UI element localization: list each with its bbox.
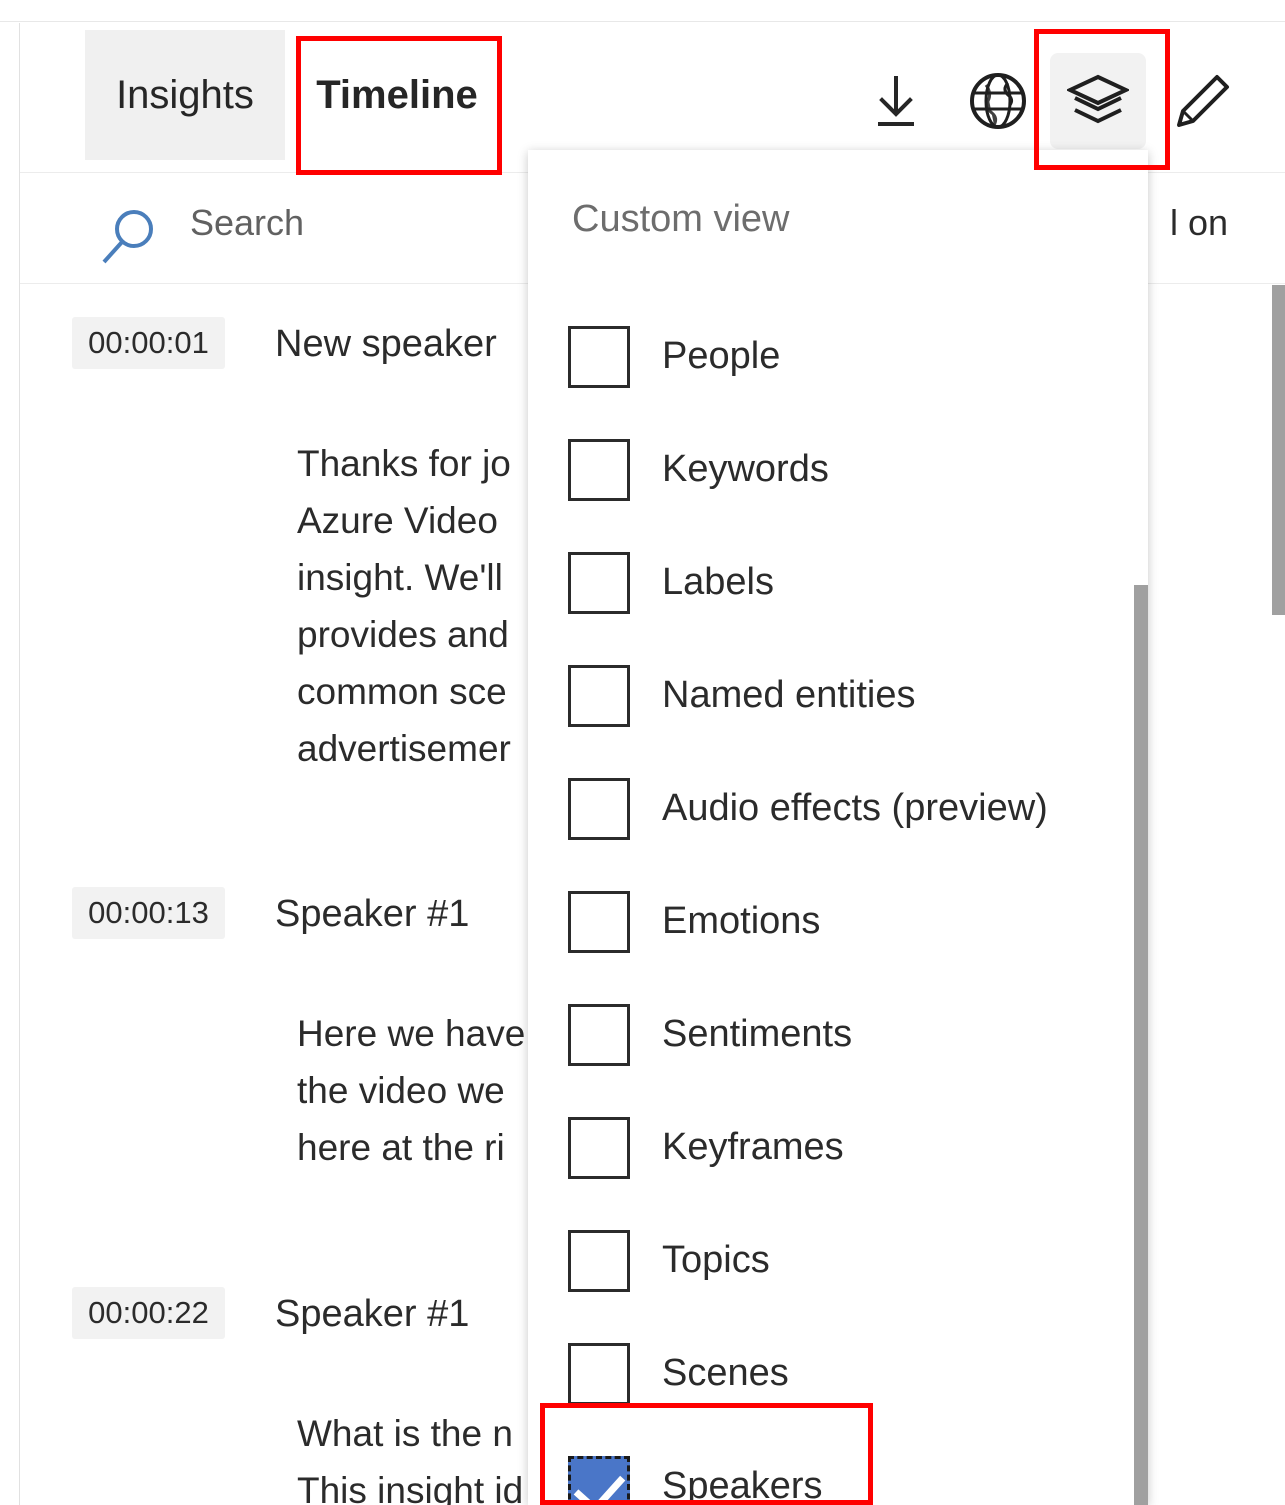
checkbox-unchecked-icon[interactable] (568, 438, 630, 501)
option-label: Audio effects (preview) (662, 787, 1048, 829)
download-button[interactable] (848, 53, 944, 149)
search-input[interactable]: Search (190, 202, 304, 244)
custom-view-options: People Keywords Labels Named entities Au… (528, 300, 1148, 1505)
checkbox-unchecked-icon[interactable] (568, 1342, 630, 1405)
option-labels[interactable]: Labels (528, 526, 1148, 639)
checkbox-checked-icon[interactable] (568, 1455, 630, 1505)
option-label: Named entities (662, 674, 916, 716)
option-keyframes[interactable]: Keyframes (528, 1091, 1148, 1204)
custom-view-dropdown: Custom view People Keywords Labels Named… (528, 150, 1148, 1505)
transcript-speaker: Speaker #1 (275, 1293, 470, 1335)
view-layers-button[interactable] (1050, 53, 1146, 149)
option-people[interactable]: People (528, 300, 1148, 413)
option-audio-effects[interactable]: Audio effects (preview) (528, 752, 1148, 865)
pencil-icon (1173, 71, 1233, 131)
option-label: Emotions (662, 900, 821, 942)
checkbox-unchecked-icon[interactable] (568, 664, 630, 727)
checkbox-unchecked-icon[interactable] (568, 890, 630, 953)
checkbox-unchecked-icon[interactable] (568, 777, 630, 840)
translate-button[interactable] (950, 53, 1046, 149)
checkbox-unchecked-icon[interactable] (568, 551, 630, 614)
search-icon (98, 206, 160, 273)
transcript-timestamp[interactable]: 00:00:13 (72, 887, 225, 939)
page-scrollbar-thumb[interactable] (1272, 285, 1285, 615)
checkbox-unchecked-icon[interactable] (568, 325, 630, 388)
checkbox-unchecked-icon[interactable] (568, 1116, 630, 1179)
option-topics[interactable]: Topics (528, 1204, 1148, 1317)
checkbox-unchecked-icon[interactable] (568, 1003, 630, 1066)
option-scenes[interactable]: Scenes (528, 1317, 1148, 1430)
custom-view-title: Custom view (572, 198, 790, 240)
edit-button[interactable] (1155, 53, 1251, 149)
transcript-timestamp[interactable]: 00:00:22 (72, 1287, 225, 1339)
download-icon (868, 72, 924, 130)
option-label: People (662, 335, 781, 377)
window-top-strip (0, 0, 1285, 22)
option-label: Speakers (662, 1465, 823, 1505)
dropdown-scrollbar-thumb[interactable] (1134, 585, 1148, 1505)
option-label: Keyframes (662, 1126, 844, 1168)
option-sentiments[interactable]: Sentiments (528, 978, 1148, 1091)
layers-icon (1067, 74, 1129, 128)
option-label: Labels (662, 561, 774, 603)
option-emotions[interactable]: Emotions (528, 865, 1148, 978)
option-label: Scenes (662, 1352, 789, 1394)
transcript-timestamp[interactable]: 00:00:01 (72, 317, 225, 369)
search-row-overflow-text: l on (1170, 202, 1229, 243)
globe-icon (968, 71, 1028, 131)
option-keywords[interactable]: Keywords (528, 413, 1148, 526)
transcript-speaker: Speaker #1 (275, 893, 470, 935)
option-speakers[interactable]: Speakers (528, 1430, 1148, 1505)
video-indexer-timeline-panel: Insights Timeline Search l on 00:00:01 N… (0, 0, 1285, 1505)
option-named-entities[interactable]: Named entities (528, 639, 1148, 752)
transcript-speaker: New speaker (275, 323, 497, 365)
option-label: Topics (662, 1239, 770, 1281)
option-label: Keywords (662, 448, 829, 490)
option-label: Sentiments (662, 1013, 853, 1055)
checkbox-unchecked-icon[interactable] (568, 1229, 630, 1292)
